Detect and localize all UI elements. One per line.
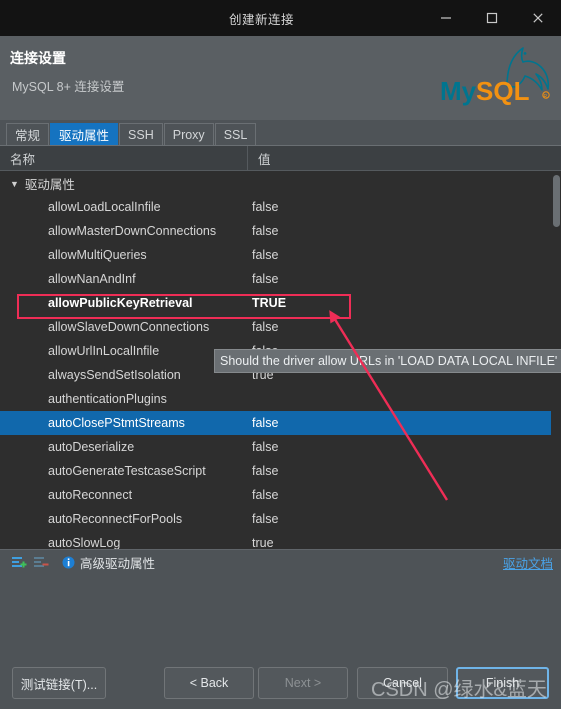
property-name: allowPublicKeyRetrieval: [48, 296, 193, 310]
property-value[interactable]: false: [248, 272, 561, 286]
property-value[interactable]: false: [248, 224, 561, 238]
column-header-name[interactable]: 名称: [0, 146, 248, 170]
property-name: allowUrlInLocalInfile: [48, 344, 160, 358]
advanced-label-text: 高级驱动属性: [80, 557, 156, 571]
table-row[interactable]: allowLoadLocalInfile false: [0, 195, 561, 219]
property-name: allowMasterDownConnections: [48, 224, 217, 238]
remove-property-button[interactable]: [30, 552, 52, 574]
dialog-header: 连接设置 MySQL 8+ 连接设置 My SQL R: [0, 36, 561, 120]
table-row[interactable]: autoSlowLog true: [0, 531, 561, 549]
property-name: alwaysSendSetIsolation: [48, 368, 181, 382]
table-row[interactable]: allowNanAndInf false: [0, 267, 561, 291]
property-name: autoGenerateTestcaseScript: [48, 464, 206, 478]
property-value[interactable]: false: [248, 248, 561, 262]
table-row-selected[interactable]: autoClosePStmtStreams false: [0, 411, 561, 435]
driver-properties-table: 名称 值 ▼ 驱动属性 allowLoadLocalInfile false al…: [0, 145, 561, 549]
property-value[interactable]: TRUE: [248, 296, 561, 310]
close-button[interactable]: [515, 0, 561, 36]
window-title: 创建新连接: [228, 12, 294, 27]
property-name: allowSlaveDownConnections: [48, 320, 210, 334]
minimize-icon: [441, 17, 451, 19]
column-header-value[interactable]: 值: [248, 146, 561, 170]
property-value[interactable]: false: [248, 464, 561, 478]
group-label-cell: ▼ 驱动属性: [0, 174, 248, 193]
property-value[interactable]: false: [248, 488, 561, 502]
property-value[interactable]: false: [248, 416, 561, 430]
table-row[interactable]: autoReconnectForPools false: [0, 507, 561, 531]
table-row-allow-public-key-retrieval[interactable]: allowPublicKeyRetrieval TRUE: [0, 291, 561, 315]
settings-tabbar: 常规 驱动属性 SSH Proxy SSL: [0, 122, 561, 145]
dialog-button-bar: 测试链接(T)... < Back Next > Cancel Finish: [0, 657, 561, 709]
driver-documentation-link[interactable]: 驱动文档: [503, 553, 553, 572]
tab-ssh[interactable]: SSH: [119, 123, 163, 145]
test-connection-button[interactable]: 测试链接(T)...: [12, 667, 106, 699]
table-row[interactable]: authenticationPlugins: [0, 387, 561, 411]
property-value[interactable]: true: [248, 536, 561, 549]
property-value[interactable]: false: [248, 200, 561, 214]
add-property-icon: [12, 556, 27, 567]
table-row[interactable]: allowSlaveDownConnections false: [0, 315, 561, 339]
table-toolbar: 高级驱动属性 驱动文档: [0, 549, 561, 575]
maximize-icon: [486, 12, 498, 24]
svg-text:SQL: SQL: [476, 76, 530, 106]
tab-driver-properties[interactable]: 驱动属性: [50, 123, 119, 145]
remove-property-icon: [34, 556, 49, 567]
property-name: autoReconnect: [48, 488, 133, 502]
group-label: 驱动属性: [24, 177, 75, 192]
next-button: Next >: [258, 667, 348, 699]
chevron-down-icon[interactable]: ▼: [10, 179, 19, 189]
table-row[interactable]: autoGenerateTestcaseScript false: [0, 459, 561, 483]
minimize-button[interactable]: [423, 0, 469, 36]
property-name: allowNanAndInf: [48, 272, 136, 286]
mysql-logo: My SQL R: [437, 40, 555, 106]
maximize-button[interactable]: [469, 0, 515, 36]
page-title: 连接设置: [10, 50, 66, 66]
tab-general[interactable]: 常规: [6, 123, 50, 145]
property-name: allowMultiQueries: [48, 248, 147, 262]
tab-ssl[interactable]: SSL: [214, 123, 257, 145]
scrollbar-thumb[interactable]: [553, 175, 560, 227]
add-property-button[interactable]: [8, 552, 30, 574]
table-row[interactable]: autoReconnect false: [0, 483, 561, 507]
property-name: allowLoadLocalInfile: [48, 200, 161, 214]
table-row[interactable]: autoDeserialize false: [0, 435, 561, 459]
create-connection-dialog: 创建新连接 连接设置 MySQL 8+ 连接设置 My SQL R 常规 驱动属…: [0, 0, 561, 709]
window-controls: [423, 0, 561, 36]
property-name: autoSlowLog: [48, 536, 121, 549]
close-icon: [533, 13, 543, 23]
table-row[interactable]: allowMultiQueries false: [0, 243, 561, 267]
property-value[interactable]: false: [248, 320, 561, 334]
table-row[interactable]: allowMasterDownConnections false: [0, 219, 561, 243]
page-subtitle: MySQL 8+ 连接设置: [12, 80, 125, 94]
property-name: autoDeserialize: [48, 440, 135, 454]
info-icon: [62, 556, 75, 569]
table-header-row: 名称 值: [0, 146, 561, 171]
finish-button[interactable]: Finish: [456, 667, 549, 699]
property-name: autoReconnectForPools: [48, 512, 183, 526]
tree-group-row[interactable]: ▼ 驱动属性: [0, 171, 561, 195]
svg-text:My: My: [440, 76, 477, 106]
advanced-driver-properties-label: 高级驱动属性: [62, 553, 155, 572]
svg-text:R: R: [544, 94, 548, 100]
property-name: autoClosePStmtStreams: [48, 416, 185, 430]
tab-proxy[interactable]: Proxy: [163, 123, 214, 145]
back-button[interactable]: < Back: [164, 667, 254, 699]
window-titlebar: 创建新连接: [0, 0, 561, 36]
property-name: authenticationPlugins: [48, 392, 167, 406]
property-tooltip: Should the driver allow URLs in 'LOAD DA…: [214, 349, 561, 373]
cancel-button[interactable]: Cancel: [357, 667, 448, 699]
property-value[interactable]: false: [248, 440, 561, 454]
property-value[interactable]: false: [248, 512, 561, 526]
